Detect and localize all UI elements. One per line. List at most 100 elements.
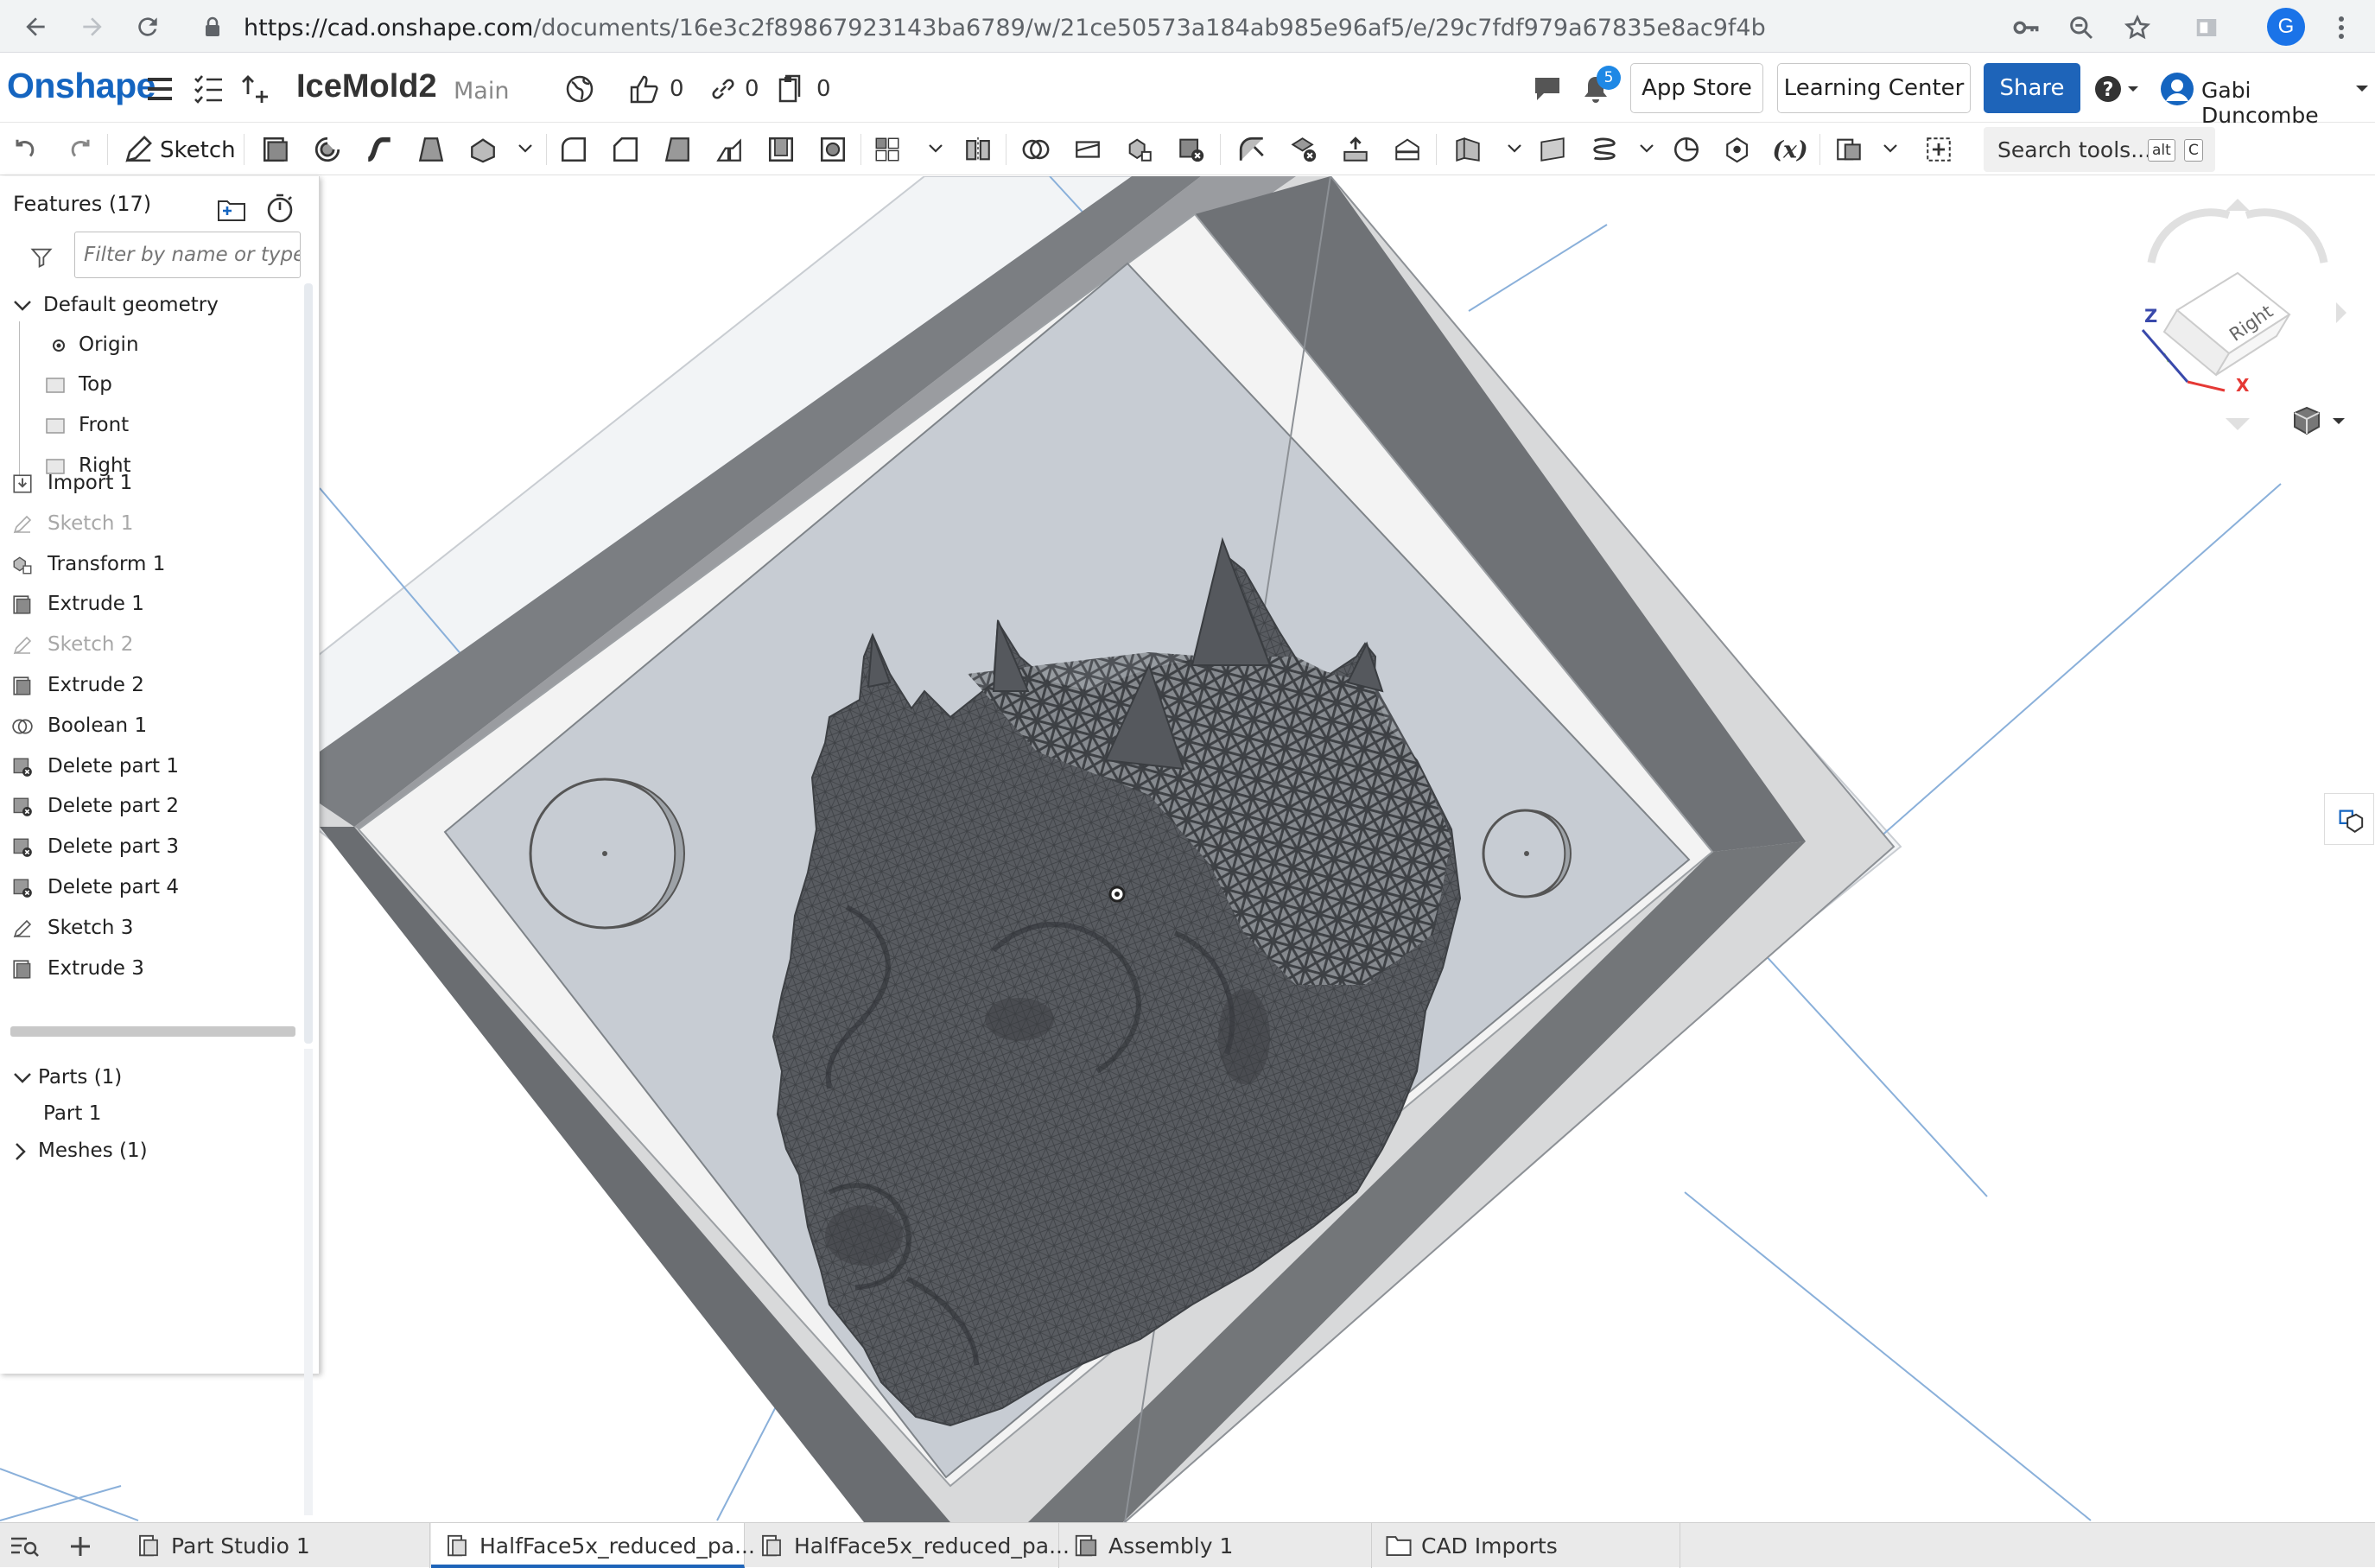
tab-3[interactable]: HalfFace5x_reduced_pa... bbox=[746, 1523, 1070, 1568]
tab-1[interactable]: Part Studio 1 bbox=[123, 1523, 430, 1568]
profile-avatar[interactable]: G bbox=[2267, 8, 2305, 46]
share-button[interactable]: Share bbox=[1984, 63, 2080, 113]
plane-item-top[interactable]: Top bbox=[0, 366, 302, 404]
measure-tool-icon[interactable] bbox=[1667, 130, 1705, 168]
sheet-metal-tool-icon[interactable] bbox=[1449, 130, 1487, 168]
move-face-tool-icon[interactable] bbox=[1337, 130, 1375, 168]
zoom-icon[interactable] bbox=[2064, 10, 2099, 45]
transform-tool-icon[interactable] bbox=[1121, 130, 1159, 168]
derived-dropdown-icon[interactable] bbox=[1879, 137, 1902, 160]
delete-face-tool-icon[interactable] bbox=[1285, 130, 1323, 168]
add-custom-feature-icon[interactable] bbox=[1920, 130, 1958, 168]
default-geometry-node[interactable]: Default geometry bbox=[0, 287, 302, 325]
helix-tool-icon[interactable] bbox=[1585, 130, 1623, 168]
chevron-down-icon[interactable] bbox=[10, 1066, 35, 1090]
forward-arrow-icon[interactable] bbox=[74, 9, 111, 45]
app-store-button[interactable]: App Store bbox=[1630, 63, 1763, 113]
plane-tool-icon[interactable] bbox=[1534, 130, 1572, 168]
curve-dropdown-icon[interactable] bbox=[1635, 137, 1658, 160]
pattern-dropdown-icon[interactable] bbox=[924, 137, 947, 160]
chevron-down-icon[interactable] bbox=[10, 294, 35, 318]
feature-item[interactable]: Delete part 2 bbox=[0, 788, 302, 826]
redo-icon[interactable] bbox=[60, 130, 98, 168]
feature-item[interactable]: Import 1 bbox=[0, 465, 302, 503]
learning-center-button[interactable]: Learning Center bbox=[1777, 63, 1971, 113]
hole-tool-icon[interactable] bbox=[814, 130, 852, 168]
appearance-panel-button[interactable] bbox=[2324, 793, 2374, 845]
feature-item[interactable]: Extrude 3 bbox=[0, 950, 302, 988]
feature-item[interactable]: Delete part 3 bbox=[0, 828, 302, 867]
origin-item[interactable]: Origin bbox=[0, 327, 302, 365]
filter-funnel-icon[interactable] bbox=[26, 242, 57, 273]
fillet-tool-icon[interactable] bbox=[555, 130, 593, 168]
mass-properties-tool-icon[interactable] bbox=[1719, 130, 1757, 168]
sketch-pencil-icon[interactable] bbox=[119, 130, 157, 168]
tab-4[interactable]: Assembly 1 bbox=[1060, 1523, 1372, 1568]
user-menu-chevron-icon[interactable] bbox=[2353, 73, 2371, 105]
sweep-tool-icon[interactable] bbox=[360, 130, 398, 168]
user-name[interactable]: Gabi Duncombe bbox=[2201, 78, 2375, 128]
feature-list-hscrollbar[interactable] bbox=[10, 1026, 295, 1037]
extension-icon[interactable] bbox=[2189, 10, 2224, 45]
rollback-timer-icon[interactable] bbox=[264, 192, 295, 225]
graphics-viewport[interactable]: Right Z X bbox=[0, 176, 2375, 1522]
bookmark-star-icon[interactable] bbox=[2120, 10, 2155, 45]
sketch-button-label[interactable]: Sketch bbox=[160, 137, 236, 163]
revolve-tool-icon[interactable] bbox=[308, 130, 346, 168]
add-folder-icon[interactable] bbox=[216, 194, 247, 225]
feature-item[interactable]: Boolean 1 bbox=[0, 708, 302, 746]
reload-icon[interactable] bbox=[130, 9, 166, 45]
help-icon[interactable]: ? bbox=[2092, 73, 2143, 105]
chevron-right-icon[interactable] bbox=[9, 1139, 33, 1164]
tab-5[interactable]: CAD Imports bbox=[1373, 1523, 1680, 1568]
meshes-node[interactable]: Meshes (1) bbox=[0, 1133, 302, 1171]
variable-tool-icon[interactable]: (x) bbox=[1771, 130, 1809, 168]
chamfer-tool-icon[interactable] bbox=[606, 130, 645, 168]
shell-tool-icon[interactable] bbox=[762, 130, 800, 168]
extrude-tool-icon[interactable] bbox=[257, 130, 295, 168]
feature-item[interactable]: Transform 1 bbox=[0, 546, 302, 584]
undo-icon[interactable] bbox=[7, 130, 45, 168]
rib-tool-icon[interactable] bbox=[710, 130, 748, 168]
thicken-tool-icon[interactable] bbox=[464, 130, 502, 168]
feature-item[interactable]: Sketch 3 bbox=[0, 910, 302, 948]
document-name[interactable]: IceMold2 bbox=[296, 68, 437, 105]
add-tab-icon[interactable] bbox=[66, 1532, 95, 1561]
search-tools-button[interactable]: Search tools... alt C bbox=[1984, 127, 2215, 172]
feature-item[interactable]: Extrude 1 bbox=[0, 586, 302, 624]
plane-item-front[interactable]: Front bbox=[0, 407, 302, 445]
feature-item[interactable]: Delete part 1 bbox=[0, 748, 302, 786]
boolean-tool-icon[interactable] bbox=[1017, 130, 1055, 168]
onshape-logo[interactable]: Onshape bbox=[7, 66, 156, 106]
loft-tool-icon[interactable] bbox=[412, 130, 450, 168]
replace-face-tool-icon[interactable] bbox=[1388, 130, 1426, 168]
comment-icon[interactable] bbox=[1531, 73, 1564, 105]
feature-list-icon[interactable] bbox=[192, 73, 225, 105]
feature-item[interactable]: Sketch 2 bbox=[0, 626, 302, 664]
delete-part-tool-icon[interactable] bbox=[1172, 130, 1210, 168]
pattern-tool-icon[interactable] bbox=[868, 130, 906, 168]
feature-item[interactable]: Sketch 1 bbox=[0, 505, 302, 543]
tab-manager-icon[interactable] bbox=[9, 1533, 40, 1559]
display-mode-icon[interactable] bbox=[2289, 404, 2350, 439]
more-dropdown-icon[interactable] bbox=[514, 137, 537, 160]
copy-document-icon[interactable] bbox=[775, 73, 808, 105]
derived-tool-icon[interactable] bbox=[1830, 130, 1868, 168]
chrome-menu-icon[interactable] bbox=[2324, 10, 2359, 45]
like-icon[interactable] bbox=[628, 73, 661, 105]
part-item[interactable]: Part 1 bbox=[0, 1095, 302, 1133]
mirror-tool-icon[interactable] bbox=[959, 130, 997, 168]
feature-item[interactable]: Extrude 2 bbox=[0, 667, 302, 705]
feature-item[interactable]: Delete part 4 bbox=[0, 869, 302, 907]
workspace-name[interactable]: Main bbox=[454, 78, 509, 105]
feature-list-scrollbar[interactable] bbox=[304, 283, 313, 1044]
parts-node[interactable]: Parts (1) bbox=[0, 1059, 302, 1097]
globe-icon[interactable] bbox=[563, 73, 596, 105]
user-avatar-icon[interactable] bbox=[2158, 73, 2196, 105]
address-bar[interactable]: https://cad.onshape.com/documents/16e3c2… bbox=[183, 5, 2169, 48]
draft-tool-icon[interactable] bbox=[658, 130, 696, 168]
insert-icon[interactable] bbox=[240, 73, 273, 105]
menu-hamburger-icon[interactable] bbox=[143, 73, 176, 105]
sheet-metal-dropdown-icon[interactable] bbox=[1503, 137, 1526, 160]
feature-filter-input[interactable] bbox=[74, 232, 301, 278]
